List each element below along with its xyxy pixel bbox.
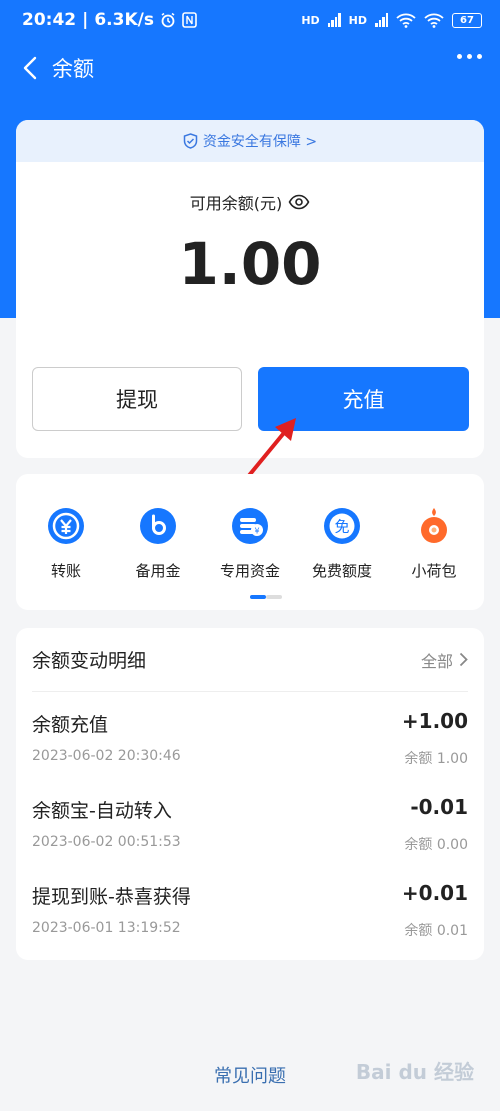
transaction-time: 2023-06-01 13:19:52 [32,920,181,936]
shortcut-dedicated-fund[interactable]: ¥ 专用资金 [204,506,296,581]
balance-details-card: 余额变动明细 全部 余额充值 2023-06-02 20:30:46 +1.00… [16,628,484,960]
eye-toggle-icon[interactable] [288,194,310,210]
shortcut-label: 小荷包 [411,562,457,580]
status-bar: 20:42 | 6.3K/s HD HD 67 [0,0,500,40]
details-title: 余额变动明细 [32,650,147,672]
wifi-icon-2 [424,13,444,28]
nfc-icon [182,12,197,28]
back-button[interactable] [10,48,50,88]
more-menu-button[interactable] [457,54,482,59]
hd-badge-2: HD [348,13,367,27]
fund-safety-text: 资金安全有保障 > [202,134,318,150]
alarm-icon [161,12,175,28]
free-quota-icon: 免 [324,508,360,544]
transaction-amount: +1.00 [401,709,468,733]
shortcut-label: 免费额度 [311,562,372,580]
shield-check-icon [183,133,198,149]
balance-amount: 1.00 [178,230,322,298]
shortcuts-card: 转账 备用金 ¥ 专用资金 免 免费额度 小荷包 [16,474,484,610]
dedicated-fund-icon: ¥ [232,508,268,544]
transaction-name: 余额宝-自动转入 [32,800,172,822]
balance-label: 可用余额(元) [16,190,484,214]
watermark-logo: Bai du 经验 [355,1060,474,1084]
shortcut-label: 备用金 [135,562,181,580]
transaction-amount: +0.01 [401,881,468,905]
transaction-balance: 余额 0.00 [404,837,468,853]
transaction-row[interactable]: 余额宝-自动转入 2023-06-02 00:51:53 -0.01 余额 0.… [32,778,468,864]
nav-bar: 余额 [0,44,500,92]
shortcut-reserve-fund[interactable]: 备用金 [112,506,204,581]
battery-icon: 67 [452,12,482,28]
reserve-fund-icon [140,508,176,544]
transaction-time: 2023-06-02 20:30:46 [32,748,181,764]
details-header: 余额变动明细 全部 [32,628,468,692]
back-arrow-icon [23,56,37,80]
signal-icon [327,13,341,27]
transaction-balance: 余额 0.01 [404,923,468,939]
balance-card: 资金安全有保障 > 可用余额(元) 1.00 提现 充值 [16,120,484,458]
scroll-indicator [250,595,282,599]
svg-text:免: 免 [334,518,349,536]
shortcut-free-quota[interactable]: 免 免费额度 [296,506,388,581]
transaction-row[interactable]: 余额充值 2023-06-02 20:30:46 +1.00 余额 1.00 [32,692,468,778]
hd-badge-1: HD [301,13,320,27]
status-time: 20:42 [22,10,77,30]
small-purse-icon [421,508,447,543]
page-title: 余额 [52,57,94,81]
network-speed: 6.3K/s [94,10,154,30]
transaction-amount: -0.01 [410,795,468,819]
svg-text:¥: ¥ [254,527,259,536]
more-dots-icon [457,54,462,59]
shortcut-transfer[interactable]: 转账 [20,506,112,581]
transaction-time: 2023-06-02 00:51:53 [32,834,181,850]
shortcut-small-purse[interactable]: 小荷包 [388,506,480,581]
wifi-icon [396,13,416,28]
transaction-name: 提现到账-恭喜获得 [32,886,191,908]
transaction-name: 余额充值 [32,714,109,736]
shortcut-label: 转账 [50,562,81,580]
fund-safety-banner[interactable]: 资金安全有保障 > [16,120,484,162]
shortcut-label: 专用资金 [219,562,280,580]
view-all-link[interactable]: 全部 [421,648,468,672]
transfer-icon [48,508,84,544]
withdraw-button[interactable]: 提现 [32,367,242,431]
transaction-row[interactable]: 提现到账-恭喜获得 2023-06-01 13:19:52 +0.01 余额 0… [32,864,468,950]
transaction-balance: 余额 1.00 [404,751,468,767]
chevron-right-icon [459,652,468,667]
signal-icon-2 [375,13,388,27]
